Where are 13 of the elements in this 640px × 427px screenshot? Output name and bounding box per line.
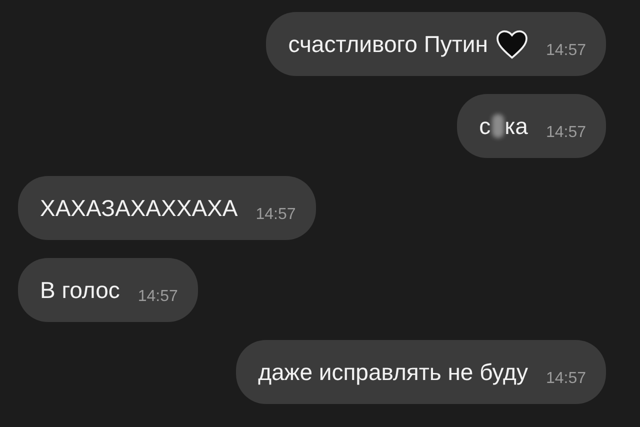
message-text: с bbox=[479, 112, 491, 141]
message-text: даже исправлять не буду bbox=[258, 358, 528, 387]
message-time: 14:57 bbox=[546, 41, 586, 61]
message-text: В голос bbox=[40, 276, 120, 305]
message-time: 14:57 bbox=[546, 123, 586, 143]
message-text: ХАХАЗАХАХХАХА bbox=[40, 194, 238, 223]
blur-mark bbox=[492, 114, 504, 138]
message-text: счастливого Путин bbox=[288, 30, 488, 59]
heart-icon bbox=[496, 30, 528, 58]
message-time: 14:57 bbox=[138, 287, 178, 307]
message-time: 14:57 bbox=[546, 369, 586, 389]
message-time: 14:57 bbox=[256, 205, 296, 225]
message-text: ка bbox=[504, 112, 528, 141]
